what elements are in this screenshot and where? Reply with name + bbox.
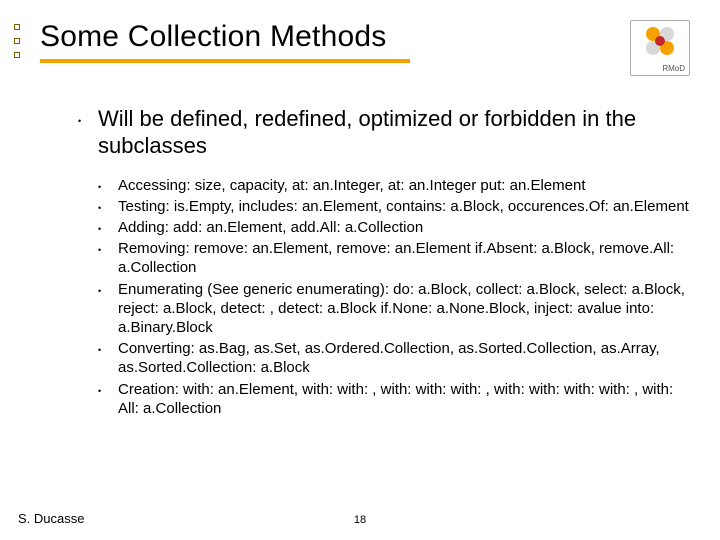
list-item: • Enumerating (See generic enumerating):… xyxy=(98,280,694,338)
bullet-icon: • xyxy=(98,218,118,237)
slide-title: Some Collection Methods xyxy=(40,20,694,54)
bullet-icon: • xyxy=(98,280,118,338)
list-item: • Removing: remove: an.Element, remove: … xyxy=(98,239,694,277)
bullet-icon: • xyxy=(98,339,118,377)
sub-bullet-text: Adding: add: an.Element, add.All: a.Coll… xyxy=(118,218,423,237)
content: • Will be defined, redefined, optimized … xyxy=(40,106,694,418)
logo-label: RMoD xyxy=(662,64,685,73)
list-item: • Testing: is.Empty, includes: an.Elemen… xyxy=(98,197,694,216)
list-item: • Adding: add: an.Element, add.All: a.Co… xyxy=(98,218,694,237)
footer-page-number: 18 xyxy=(354,514,366,526)
main-bullet-text: Will be defined, redefined, optimized or… xyxy=(98,106,694,160)
sub-bullet-text: Testing: is.Empty, includes: an.Element,… xyxy=(118,197,689,216)
bullet-icon: • xyxy=(98,380,118,418)
title-marker-icon xyxy=(14,24,24,62)
list-item: • Converting: as.Bag, as.Set, as.Ordered… xyxy=(98,339,694,377)
sub-bullet-text: Enumerating (See generic enumerating): d… xyxy=(118,280,694,338)
list-item: • Creation: with: an.Element, with: with… xyxy=(98,380,694,418)
bullet-icon: • xyxy=(78,106,98,160)
bullet-icon: • xyxy=(98,197,118,216)
bullet-icon: • xyxy=(98,239,118,277)
sub-bullet-list: • Accessing: size, capacity, at: an.Inte… xyxy=(78,176,694,418)
list-item: • Accessing: size, capacity, at: an.Inte… xyxy=(98,176,694,195)
sub-bullet-text: Removing: remove: an.Element, remove: an… xyxy=(118,239,694,277)
bullet-icon: • xyxy=(98,176,118,195)
title-block: Some Collection Methods xyxy=(40,20,694,64)
sub-bullet-text: Creation: with: an.Element, with: with: … xyxy=(118,380,694,418)
slide: RMoD Some Collection Methods • Will be d… xyxy=(0,0,720,540)
main-bullet: • Will be defined, redefined, optimized … xyxy=(78,106,694,160)
sub-bullet-text: Converting: as.Bag, as.Set, as.Ordered.C… xyxy=(118,339,694,377)
title-underline xyxy=(40,58,410,64)
sub-bullet-text: Accessing: size, capacity, at: an.Intege… xyxy=(118,176,586,195)
footer-author: S. Ducasse xyxy=(18,511,84,526)
